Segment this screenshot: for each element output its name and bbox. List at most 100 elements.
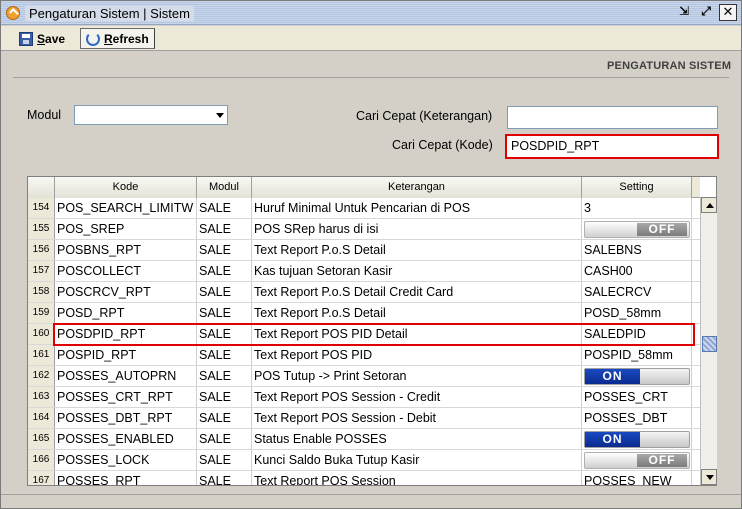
- header-divider: [13, 77, 729, 78]
- kode-cell: POSDPID_RPT: [55, 324, 197, 344]
- keterangan-cell: Kunci Saldo Buka Tutup Kasir: [252, 450, 582, 470]
- modul-label: Modul: [27, 108, 62, 122]
- maximize-icon[interactable]: ⤢: [697, 4, 715, 21]
- column-header-modul[interactable]: Modul: [197, 177, 252, 198]
- kode-cell: POSPID_RPT: [55, 345, 197, 365]
- kode-cell: POSCRCV_RPT: [55, 282, 197, 302]
- settings-table: Kode Modul Keterangan Setting 154 POS_SEA…: [27, 176, 717, 486]
- table-row[interactable]: 161 POSPID_RPT SALE Text Report POS PID POSP…: [28, 345, 700, 366]
- modul-cell: SALE: [197, 324, 252, 344]
- setting-toggle[interactable]: ON: [584, 368, 690, 385]
- keterangan-cell: Text Report POS Session - Debit: [252, 408, 582, 428]
- row-number: 167: [28, 471, 55, 485]
- setting-cell[interactable]: POSPID_58mm: [582, 345, 692, 365]
- row-number: 166: [28, 450, 55, 470]
- scroll-down-icon[interactable]: [701, 469, 717, 485]
- table-row[interactable]: 165 POSSES_ENABLED SALE Status Enable POSSE…: [28, 429, 700, 450]
- keterangan-cell: Text Report POS Session: [252, 471, 582, 485]
- keterangan-cell: Text Report P.o.S Detail: [252, 303, 582, 323]
- column-header-rownum: [28, 177, 55, 198]
- setting-cell[interactable]: ON: [582, 366, 692, 386]
- setting-cell[interactable]: SALECRCV: [582, 282, 692, 302]
- setting-cell[interactable]: CASH00: [582, 261, 692, 281]
- restore-icon[interactable]: ⇲: [675, 4, 693, 21]
- chevron-down-icon[interactable]: [216, 113, 224, 118]
- setting-toggle[interactable]: OFF: [584, 452, 690, 469]
- window-title: Pengaturan Sistem | Sistem: [25, 6, 194, 21]
- refresh-button-label: Refresh: [104, 31, 149, 46]
- column-header-kode[interactable]: Kode: [55, 177, 197, 198]
- title-bar: Pengaturan Sistem | Sistem ⇲ ⤢ ✕: [1, 1, 741, 25]
- toggle-label: ON: [585, 432, 640, 447]
- column-header-setting[interactable]: Setting: [582, 177, 692, 198]
- keterangan-cell: Text Report POS Session - Credit: [252, 387, 582, 407]
- setting-cell[interactable]: SALEDPID: [582, 324, 692, 344]
- scroll-up-icon[interactable]: [701, 197, 717, 213]
- table-row[interactable]: 166 POSSES_LOCK SALE Kunci Saldo Buka Tutup…: [28, 450, 700, 471]
- scrollbar-thumb[interactable]: [702, 336, 717, 352]
- keterangan-cell: Huruf Minimal Untuk Pencarian di POS: [252, 198, 582, 218]
- table-row[interactable]: 155 POS_SREP SALE POS SRep harus di isi OFF: [28, 219, 700, 240]
- save-button[interactable]: Save: [13, 28, 71, 49]
- row-number: 154: [28, 198, 55, 218]
- setting-toggle[interactable]: OFF: [584, 221, 690, 238]
- row-number: 162: [28, 366, 55, 386]
- table-row[interactable]: 164 POSSES_DBT_RPT SALE Text Report POS Ses…: [28, 408, 700, 429]
- modul-cell: SALE: [197, 366, 252, 386]
- modul-cell: SALE: [197, 303, 252, 323]
- table-row[interactable]: 163 POSSES_CRT_RPT SALE Text Report POS Ses…: [28, 387, 700, 408]
- setting-cell[interactable]: ON: [582, 429, 692, 449]
- setting-cell[interactable]: OFF: [582, 450, 692, 470]
- vertical-scrollbar[interactable]: [700, 197, 717, 485]
- modul-cell: SALE: [197, 261, 252, 281]
- table-row[interactable]: 160 POSDPID_RPT SALE Text Report POS PID De…: [28, 324, 700, 345]
- refresh-button[interactable]: Refresh: [80, 28, 155, 49]
- table-row[interactable]: 156 POSBNS_RPT SALE Text Report P.o.S Detai…: [28, 240, 700, 261]
- table-row[interactable]: 167 POSSES_RPT SALE Text Report POS Session…: [28, 471, 700, 485]
- settings-window: Pengaturan Sistem | Sistem ⇲ ⤢ ✕ Save Re…: [0, 0, 742, 509]
- table-row[interactable]: 162 POSSES_AUTOPRN SALE POS Tutup -> Print …: [28, 366, 700, 387]
- modul-cell: SALE: [197, 198, 252, 218]
- keterangan-cell: POS Tutup -> Print Setoran: [252, 366, 582, 386]
- table-row[interactable]: 154 POS_SEARCH_LIMITW SALE Huruf Minimal Un…: [28, 198, 700, 219]
- setting-cell[interactable]: 3: [582, 198, 692, 218]
- modul-cell: SALE: [197, 282, 252, 302]
- toolbar: Save Refresh: [1, 26, 741, 51]
- table-row[interactable]: 158 POSCRCV_RPT SALE Text Report P.o.S Deta…: [28, 282, 700, 303]
- setting-cell[interactable]: POSSES_CRT: [582, 387, 692, 407]
- row-number: 156: [28, 240, 55, 260]
- setting-cell[interactable]: POSSES_NEW: [582, 471, 692, 485]
- close-icon[interactable]: ✕: [719, 4, 737, 21]
- setting-cell[interactable]: OFF: [582, 219, 692, 239]
- setting-cell[interactable]: POSSES_DBT: [582, 408, 692, 428]
- column-header-keterangan[interactable]: Keterangan: [252, 177, 582, 198]
- section-header: PENGATURAN SISTEM: [607, 60, 732, 72]
- table-row[interactable]: 159 POSD_RPT SALE Text Report P.o.S Detail P…: [28, 303, 700, 324]
- keterangan-cell: Kas tujuan Setoran Kasir: [252, 261, 582, 281]
- kode-cell: POSSES_ENABLED: [55, 429, 197, 449]
- table-row[interactable]: 157 POSCOLLECT SALE Kas tujuan Setoran Kasi…: [28, 261, 700, 282]
- setting-cell[interactable]: POSD_58mm: [582, 303, 692, 323]
- kode-cell: POSBNS_RPT: [55, 240, 197, 260]
- kode-search-input[interactable]: POSDPID_RPT: [505, 134, 719, 159]
- modul-cell: SALE: [197, 240, 252, 260]
- save-button-label: Save: [37, 31, 66, 46]
- keterangan-search-input[interactable]: [507, 106, 718, 129]
- toggle-label: OFF: [637, 223, 687, 236]
- setting-cell[interactable]: SALEBNS: [582, 240, 692, 260]
- modul-select[interactable]: [74, 105, 228, 125]
- modul-cell: SALE: [197, 471, 252, 485]
- kode-cell: POSCOLLECT: [55, 261, 197, 281]
- row-number: 165: [28, 429, 55, 449]
- kode-cell: POSSES_RPT: [55, 471, 197, 485]
- row-number: 155: [28, 219, 55, 239]
- setting-toggle[interactable]: ON: [584, 431, 690, 448]
- row-number: 163: [28, 387, 55, 407]
- modul-cell: SALE: [197, 219, 252, 239]
- row-number: 158: [28, 282, 55, 302]
- kode-cell: POSSES_LOCK: [55, 450, 197, 470]
- keterangan-cell: Text Report P.o.S Detail: [252, 240, 582, 260]
- refresh-icon: [86, 31, 100, 46]
- row-number: 160: [28, 324, 55, 344]
- kode-search-label: Cari Cepat (Kode): [392, 138, 493, 152]
